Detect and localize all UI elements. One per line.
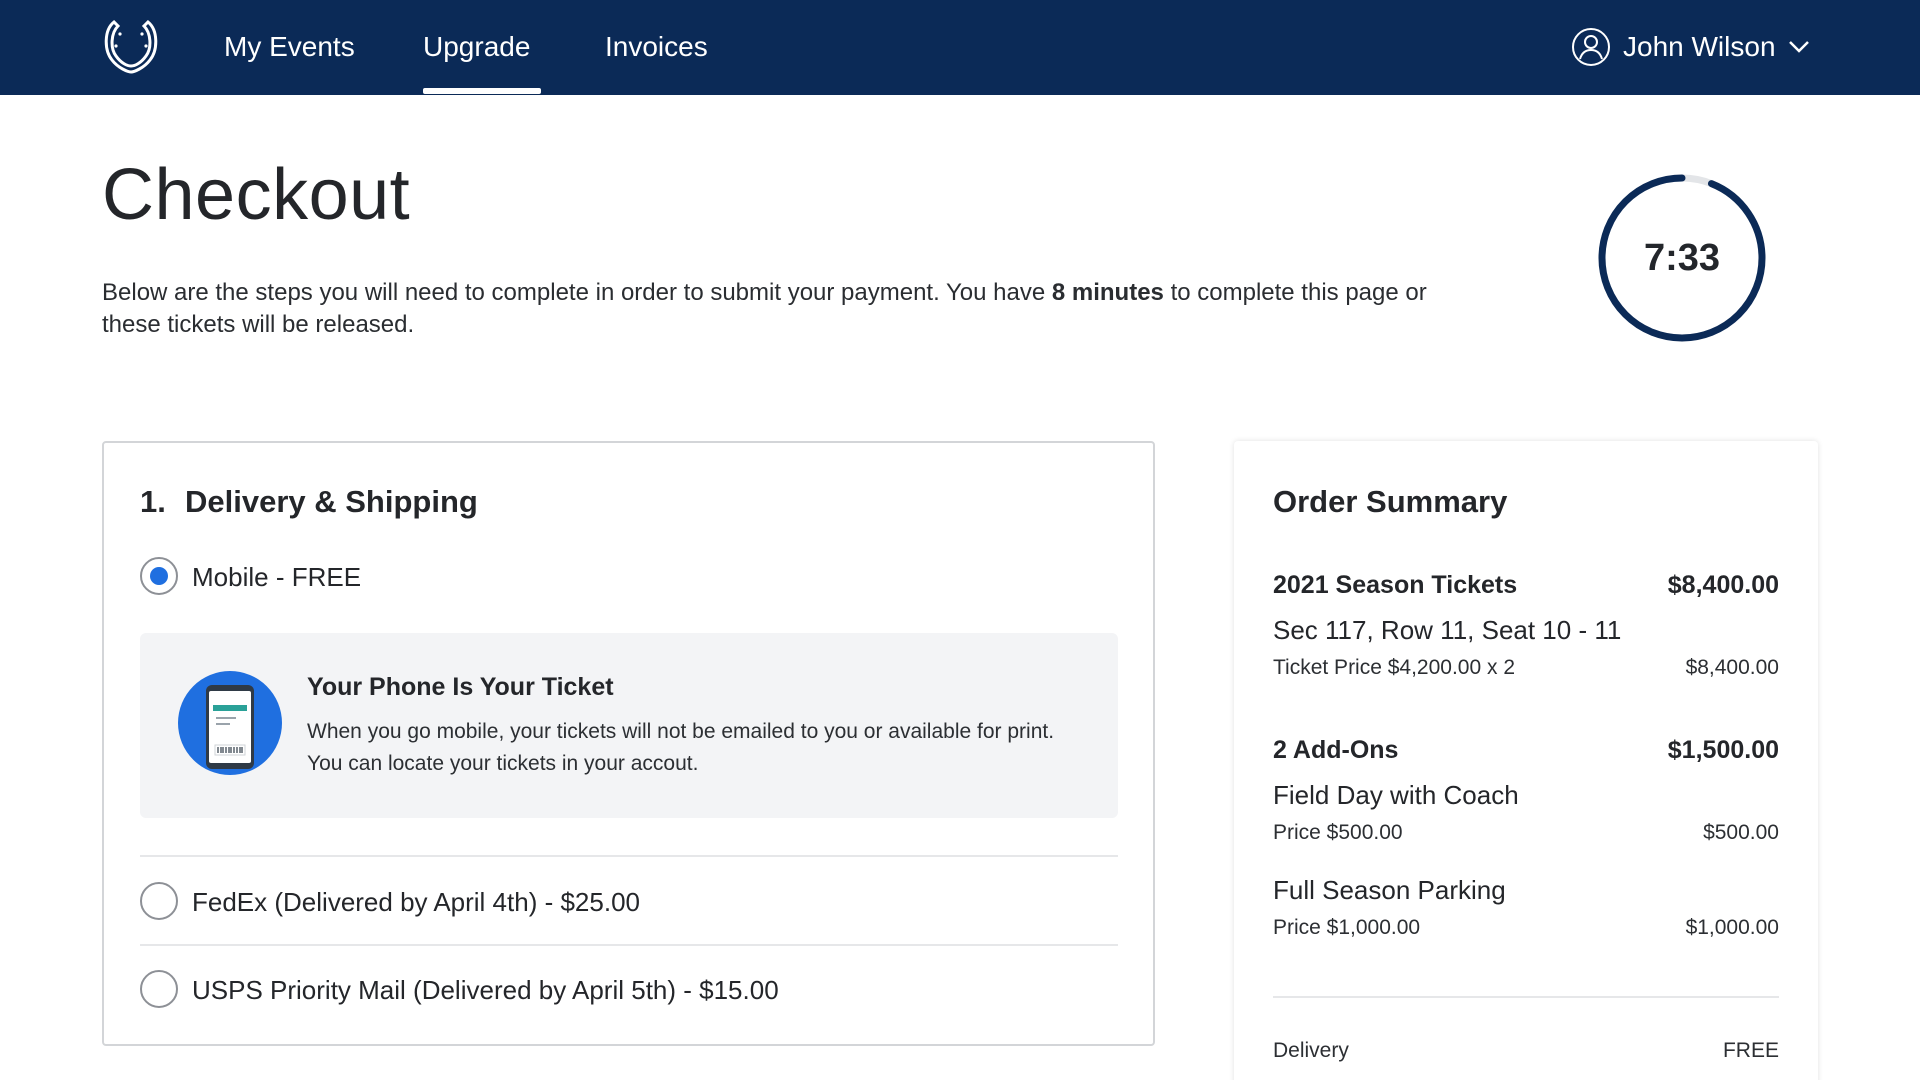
option-usps-label[interactable]: USPS Priority Mail (Delivered by April 5… [192, 973, 779, 1007]
delivery-section-title: 1. Delivery & Shipping [140, 484, 478, 520]
delivery-label: Delivery [1273, 1039, 1349, 1062]
summary-divider [1273, 996, 1779, 998]
step-number: 1. [140, 484, 166, 519]
addon-price-total: $1,000.00 [1685, 916, 1779, 939]
addon-price-row: Price $500.00 $500.00 [1273, 821, 1779, 845]
seat-info: Sec 117, Row 11, Seat 10 - 11 [1273, 615, 1622, 645]
nav-link-invoices[interactable]: Invoices [605, 29, 708, 65]
option-mobile-label[interactable]: Mobile - FREE [192, 560, 361, 594]
page-title: Checkout [102, 155, 411, 235]
checkout-instructions: Below are the steps you will need to com… [102, 277, 1442, 341]
radio-fedex[interactable] [140, 882, 178, 920]
tickets-total: $8,400.00 [1667, 571, 1779, 599]
addon-item-row: Full Season Parking [1273, 875, 1779, 906]
horseshoe-logo-icon[interactable] [100, 16, 162, 78]
chevron-down-icon [1788, 41, 1809, 53]
addon-price-line: Price $1,000.00 [1273, 916, 1421, 939]
addon-price-total: $500.00 [1703, 821, 1779, 844]
nav-link-upgrade[interactable]: Upgrade [423, 29, 530, 65]
active-tab-indicator [423, 88, 541, 94]
option-fedex-label[interactable]: FedEx (Delivered by April 4th) - $25.00 [192, 885, 640, 919]
summary-tickets-row: 2021 Season Tickets $8,400.00 [1273, 571, 1779, 600]
countdown-time: 7:33 [1643, 236, 1721, 279]
addons-total: $1,500.00 [1667, 736, 1779, 764]
addon-name: Field Day with Coach [1273, 780, 1519, 810]
user-name: John Wilson [1623, 31, 1776, 62]
mobile-ticket-icon [178, 671, 282, 775]
tickets-name: 2021 Season Tickets [1273, 571, 1518, 599]
radio-mobile[interactable] [140, 557, 178, 595]
top-navigation-bar: My Events Upgrade Invoices John Wilson [0, 0, 1920, 95]
ticket-price-line: Ticket Price $4,200.00 x 2 [1273, 656, 1516, 679]
option-divider [140, 944, 1118, 946]
seat-info-row: Sec 117, Row 11, Seat 10 - 11 [1273, 615, 1779, 646]
option-divider [140, 855, 1118, 857]
delivery-value: FREE [1722, 1039, 1779, 1062]
user-avatar-icon [1572, 28, 1610, 66]
addon-price-row: Price $1,000.00 $1,000.00 [1273, 916, 1779, 940]
radio-usps[interactable] [140, 970, 178, 1008]
order-summary-title: Order Summary [1273, 484, 1508, 519]
time-limit: 8 minutes [1051, 279, 1164, 306]
nav-link-my-events[interactable]: My Events [224, 29, 355, 65]
addon-price-line: Price $500.00 [1273, 821, 1403, 844]
addons-name: 2 Add-Ons [1273, 736, 1399, 764]
delivery-row: Delivery FREE [1273, 1039, 1779, 1063]
intro-text: Below are the steps you will need to com… [102, 279, 1052, 306]
ticket-price-row: Ticket Price $4,200.00 x 2 $8,400.00 [1273, 656, 1779, 680]
info-description: When you go mobile, your tickets will no… [307, 720, 1055, 775]
addon-item-row: Field Day with Coach [1273, 780, 1779, 811]
summary-addons-row: 2 Add-Ons $1,500.00 [1273, 736, 1779, 765]
info-title: Your Phone Is Your Ticket [307, 673, 614, 701]
user-menu[interactable]: John Wilson [1571, 25, 1810, 69]
ticket-price-total: $8,400.00 [1685, 656, 1779, 679]
addon-name: Full Season Parking [1273, 875, 1506, 905]
step-title: Delivery & Shipping [185, 484, 478, 519]
